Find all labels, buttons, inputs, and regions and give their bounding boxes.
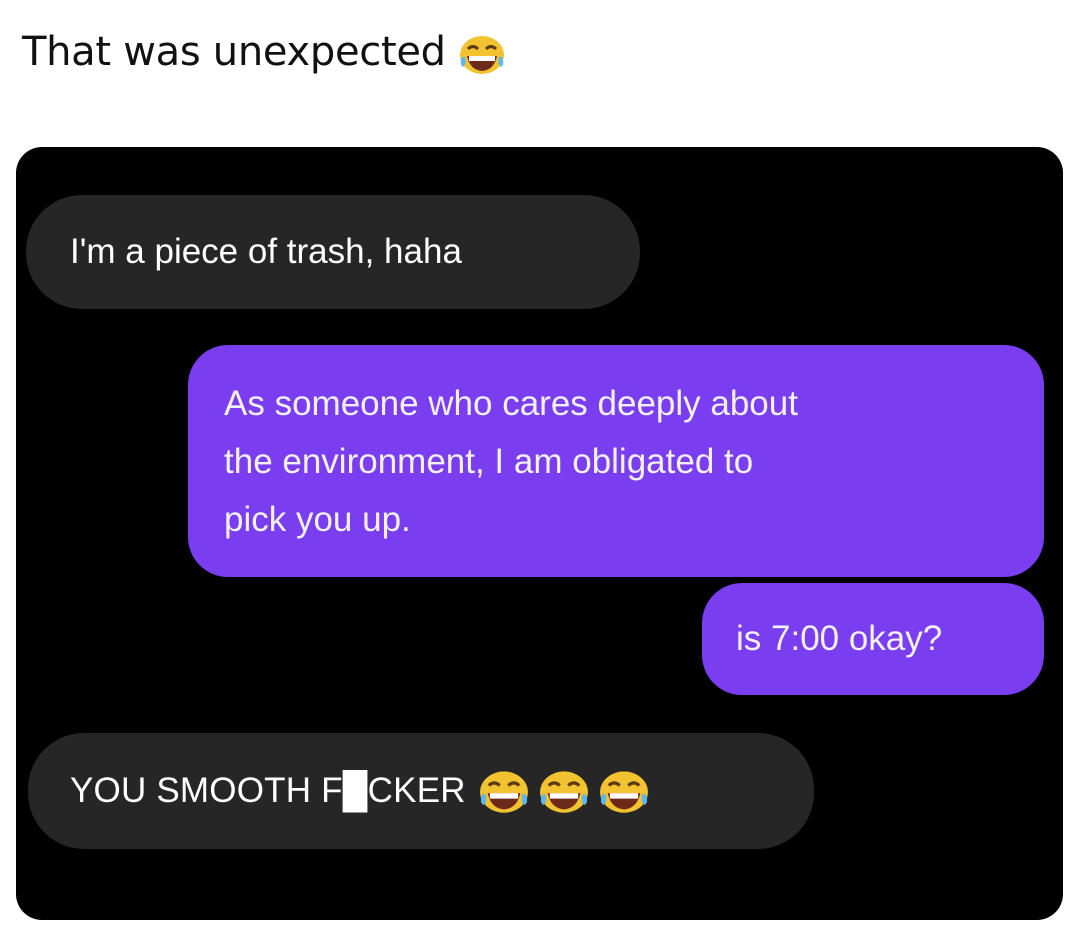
caption-text: That was unexpected	[22, 29, 446, 75]
incoming-message-bubble: YOU SMOOTH F█CKER	[28, 733, 814, 849]
face-with-tears-of-joy-icon	[459, 36, 504, 74]
message-line: pick you up.	[224, 500, 411, 539]
message-text: is 7:00 okay?	[736, 619, 943, 658]
message-text: I'm a piece of trash, haha	[70, 232, 462, 271]
message-line: As someone who cares deeply about	[224, 384, 798, 423]
face-with-tears-of-joy-icon	[479, 771, 528, 813]
outgoing-message-bubble: is 7:00 okay?	[702, 583, 1044, 695]
outgoing-message-bubble: As someone who cares deeply about the en…	[188, 345, 1044, 577]
message-text: YOU SMOOTH F█CKER	[70, 771, 466, 810]
emoji-group	[476, 766, 652, 816]
face-with-tears-of-joy-icon	[599, 771, 648, 813]
face-with-tears-of-joy-icon	[539, 771, 588, 813]
chat-screenshot: I'm a piece of trash, haha As someone wh…	[16, 147, 1063, 920]
post-caption: That was unexpected	[22, 22, 506, 82]
incoming-message-bubble: I'm a piece of trash, haha	[26, 195, 640, 309]
message-line: the environment, I am obligated to	[224, 442, 754, 481]
